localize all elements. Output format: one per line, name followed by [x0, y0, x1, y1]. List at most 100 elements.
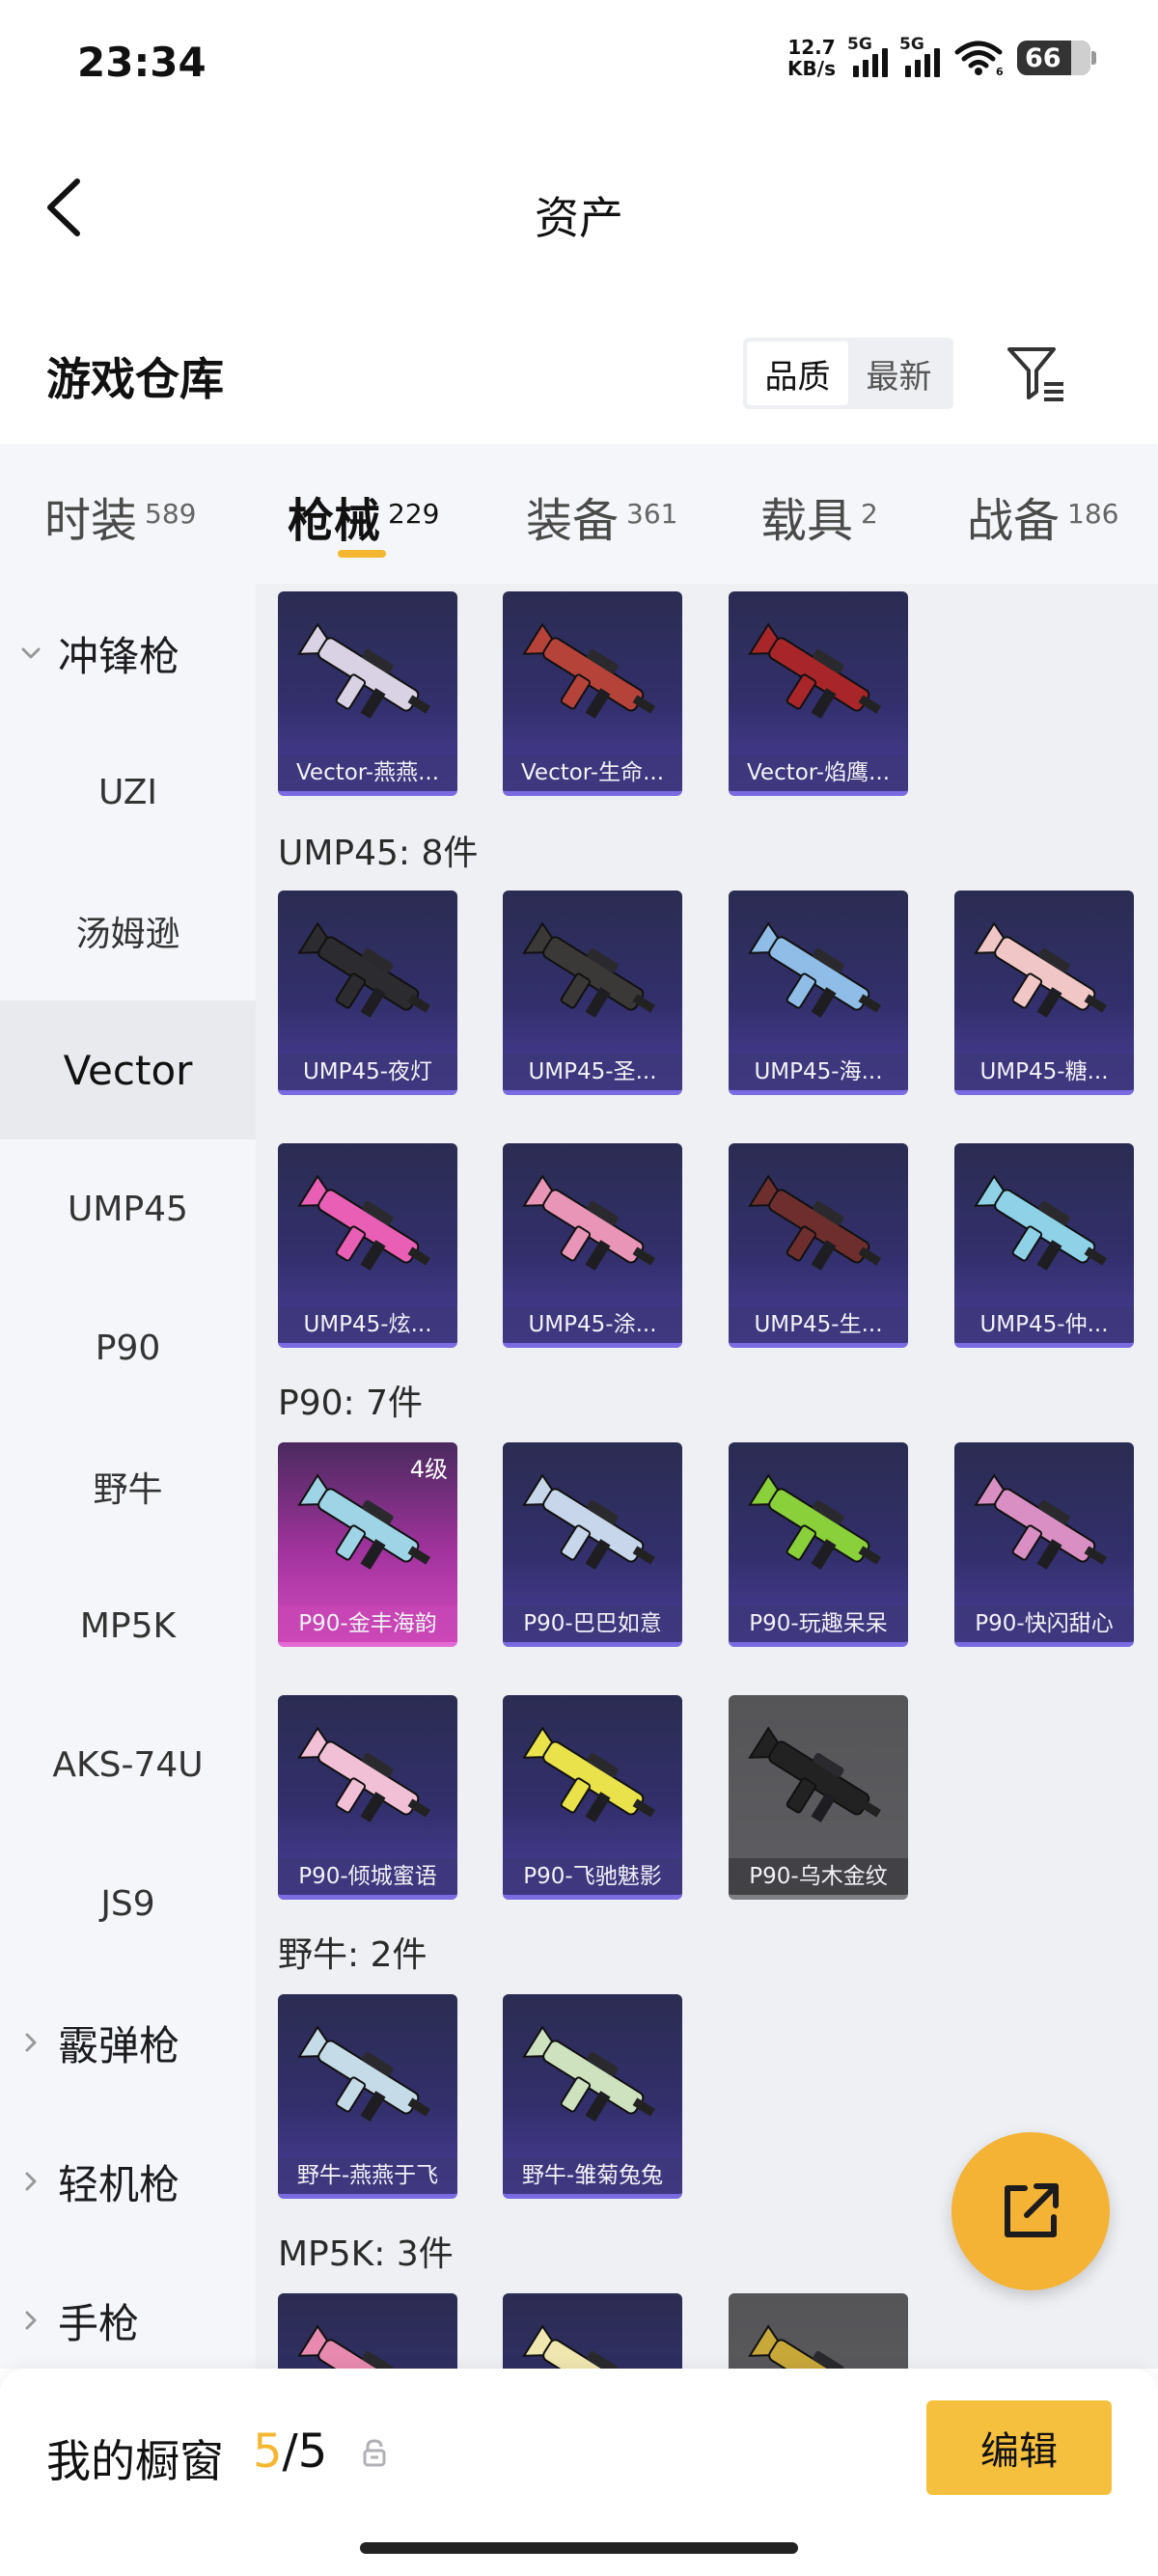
weapon-card[interactable]: UMP45-涂... [503, 1143, 682, 1348]
weapon-image [748, 1174, 881, 1271]
showcase-count: 5/5 [253, 2425, 328, 2479]
showcase-bar: 我的橱窗 5/5 编辑 [0, 2369, 1158, 2576]
chevron-right-icon [25, 2033, 37, 2052]
tab-supplies[interactable]: 战备 186 [967, 482, 1118, 550]
weapon-name: P90-乌木金纹 [729, 1858, 908, 1895]
tab-equipment[interactable]: 装备 361 [526, 482, 677, 550]
signal-sim1-icon: 5G [847, 35, 888, 77]
weapon-image [522, 622, 655, 719]
edit-button[interactable]: 编辑 [926, 2400, 1112, 2495]
wifi-icon: 6 [954, 41, 1004, 77]
weapon-image [748, 1473, 881, 1570]
weapon-grid: Vector-燕燕... Vector-生命... Vector-焰鹰... UMP4… [256, 584, 1158, 2369]
nav-header: 资产 [0, 145, 1158, 270]
weapon-card[interactable]: UMP45-夜灯 [278, 891, 457, 1095]
weapon-name: P90-飞驰魅影 [503, 1858, 682, 1895]
weapon-card[interactable]: P90-巴巴如意 [503, 1442, 682, 1647]
weapon-image [297, 2324, 420, 2369]
weapon-image [748, 1726, 881, 1822]
weapon-image [297, 2025, 430, 2122]
sidebar-group-shotgun[interactable]: 霰弹枪 [0, 1973, 256, 2112]
sort-quality-option[interactable]: 品质 [747, 342, 848, 405]
sidebar-item-js9[interactable]: JS9 [0, 1834, 256, 1973]
svg-text:6: 6 [996, 66, 1004, 77]
page-title: 资产 [535, 192, 623, 244]
weapon-name: 野牛-雏菊兔兔 [503, 2157, 682, 2194]
weapon-card[interactable] [729, 2293, 908, 2369]
active-tab-indicator [338, 550, 386, 558]
weapon-card[interactable]: P90-玩趣呆呆 [729, 1442, 908, 1647]
sidebar-item-vector[interactable]: Vector [0, 1000, 256, 1139]
weapon-card[interactable] [278, 2293, 457, 2369]
sidebar-item-aks74u[interactable]: AKS-74U [0, 1695, 256, 1834]
sidebar-item-thompson[interactable]: 汤姆逊 [0, 862, 256, 1000]
tab-firearms[interactable]: 枪械 229 [288, 482, 439, 550]
weapon-card[interactable]: UMP45-糖... [954, 891, 1134, 1095]
warehouse-title: 游戏仓库 [46, 353, 224, 405]
sidebar-group-lmg[interactable]: 轻机枪 [0, 2112, 256, 2251]
sort-newest-option[interactable]: 最新 [848, 342, 950, 405]
section-title: UMP45: 8件 [278, 834, 479, 873]
sidebar-item-ump45[interactable]: UMP45 [0, 1139, 256, 1278]
sidebar-item-p90[interactable]: P90 [0, 1278, 256, 1417]
weapon-name: UMP45-圣... [503, 1054, 682, 1090]
weapon-name: 野牛-燕燕于飞 [278, 2157, 457, 2194]
weapon-name: UMP45-糖... [954, 1054, 1134, 1090]
weapon-name: UMP45-炫... [278, 1306, 457, 1343]
weapon-card[interactable]: P90-倾城蜜语 [278, 1695, 457, 1900]
weapon-image [522, 1726, 655, 1822]
weapon-name: P90-巴巴如意 [503, 1605, 682, 1642]
weapon-image [522, 1473, 655, 1570]
sidebar-group-pistol[interactable]: 手枪 [0, 2251, 256, 2369]
sidebar-item-uzi[interactable]: UZI [0, 723, 256, 862]
weapon-image [522, 1174, 655, 1271]
weapon-name: P90-倾城蜜语 [278, 1858, 457, 1895]
sidebar-group-smg[interactable]: 冲锋枪 [0, 584, 256, 723]
weapon-name: P90-快闪甜心 [954, 1605, 1134, 1642]
status-icons: 12.7 KB/s 5G 5G 6 66 [787, 35, 1096, 79]
weapon-name: UMP45-涂... [503, 1306, 682, 1343]
sidebar-item-bizon[interactable]: 野牛 [0, 1417, 256, 1556]
weapon-name: Vector-燕燕... [278, 754, 457, 791]
weapon-card[interactable]: Vector-生命... [503, 591, 682, 796]
sidebar-item-mp5k[interactable]: MP5K [0, 1556, 256, 1695]
weapon-card[interactable]: 野牛-雏菊兔兔 [503, 1994, 682, 2199]
weapon-image [522, 921, 655, 1018]
weapon-card[interactable]: Vector-燕燕... [278, 591, 457, 796]
weapon-card[interactable]: P90-乌木金纹 [729, 1695, 908, 1900]
section-title: 野牛: 2件 [278, 1935, 427, 1975]
weapon-name: P90-玩趣呆呆 [729, 1605, 908, 1642]
filter-list-icon[interactable] [1004, 342, 1067, 405]
status-bar: 23:34 12.7 KB/s 5G 5G 6 66 [0, 0, 1158, 130]
weapon-image [522, 2025, 655, 2122]
tab-vehicles[interactable]: 载具 2 [760, 482, 878, 550]
weapon-card[interactable]: UMP45-圣... [503, 891, 682, 1095]
weapon-card[interactable]: 4级 P90-金丰海韵 [278, 1442, 457, 1647]
weapon-image [974, 1174, 1107, 1271]
weapon-card[interactable] [503, 2293, 682, 2369]
weapon-card[interactable]: UMP45-生... [729, 1143, 908, 1348]
weapon-card[interactable]: 野牛-燕燕于飞 [278, 1994, 457, 2199]
category-tabs: 时装 589 枪械 229 装备 361 载具 2 战备 186 [0, 444, 1158, 584]
signal-sim2-icon: 5G [899, 35, 940, 77]
weapon-card[interactable]: UMP45-仲... [954, 1143, 1134, 1348]
weapon-name: P90-金丰海韵 [278, 1605, 457, 1642]
weapon-name: Vector-生命... [503, 754, 682, 791]
weapon-card[interactable]: UMP45-炫... [278, 1143, 457, 1348]
weapon-image [522, 2324, 645, 2369]
weapon-card[interactable]: P90-快闪甜心 [954, 1442, 1134, 1647]
weapon-card[interactable]: UMP45-海... [729, 891, 908, 1095]
weapon-image [297, 1174, 430, 1271]
level-badge: 4级 [409, 1456, 448, 1483]
section-title: P90: 7件 [278, 1384, 423, 1423]
weapon-card[interactable]: P90-飞驰魅影 [503, 1695, 682, 1900]
share-button[interactable] [951, 2132, 1110, 2290]
weapon-card[interactable]: Vector-焰鹰... [729, 591, 908, 796]
chevron-right-icon [25, 2311, 37, 2330]
weapon-image [297, 1726, 430, 1822]
tab-fashion[interactable]: 时装 589 [44, 482, 196, 550]
sort-toggle: 品质 最新 [743, 338, 953, 409]
battery-icon: 66 [1017, 41, 1096, 75]
weapon-image [974, 921, 1107, 1018]
chevron-right-icon [25, 2172, 37, 2191]
